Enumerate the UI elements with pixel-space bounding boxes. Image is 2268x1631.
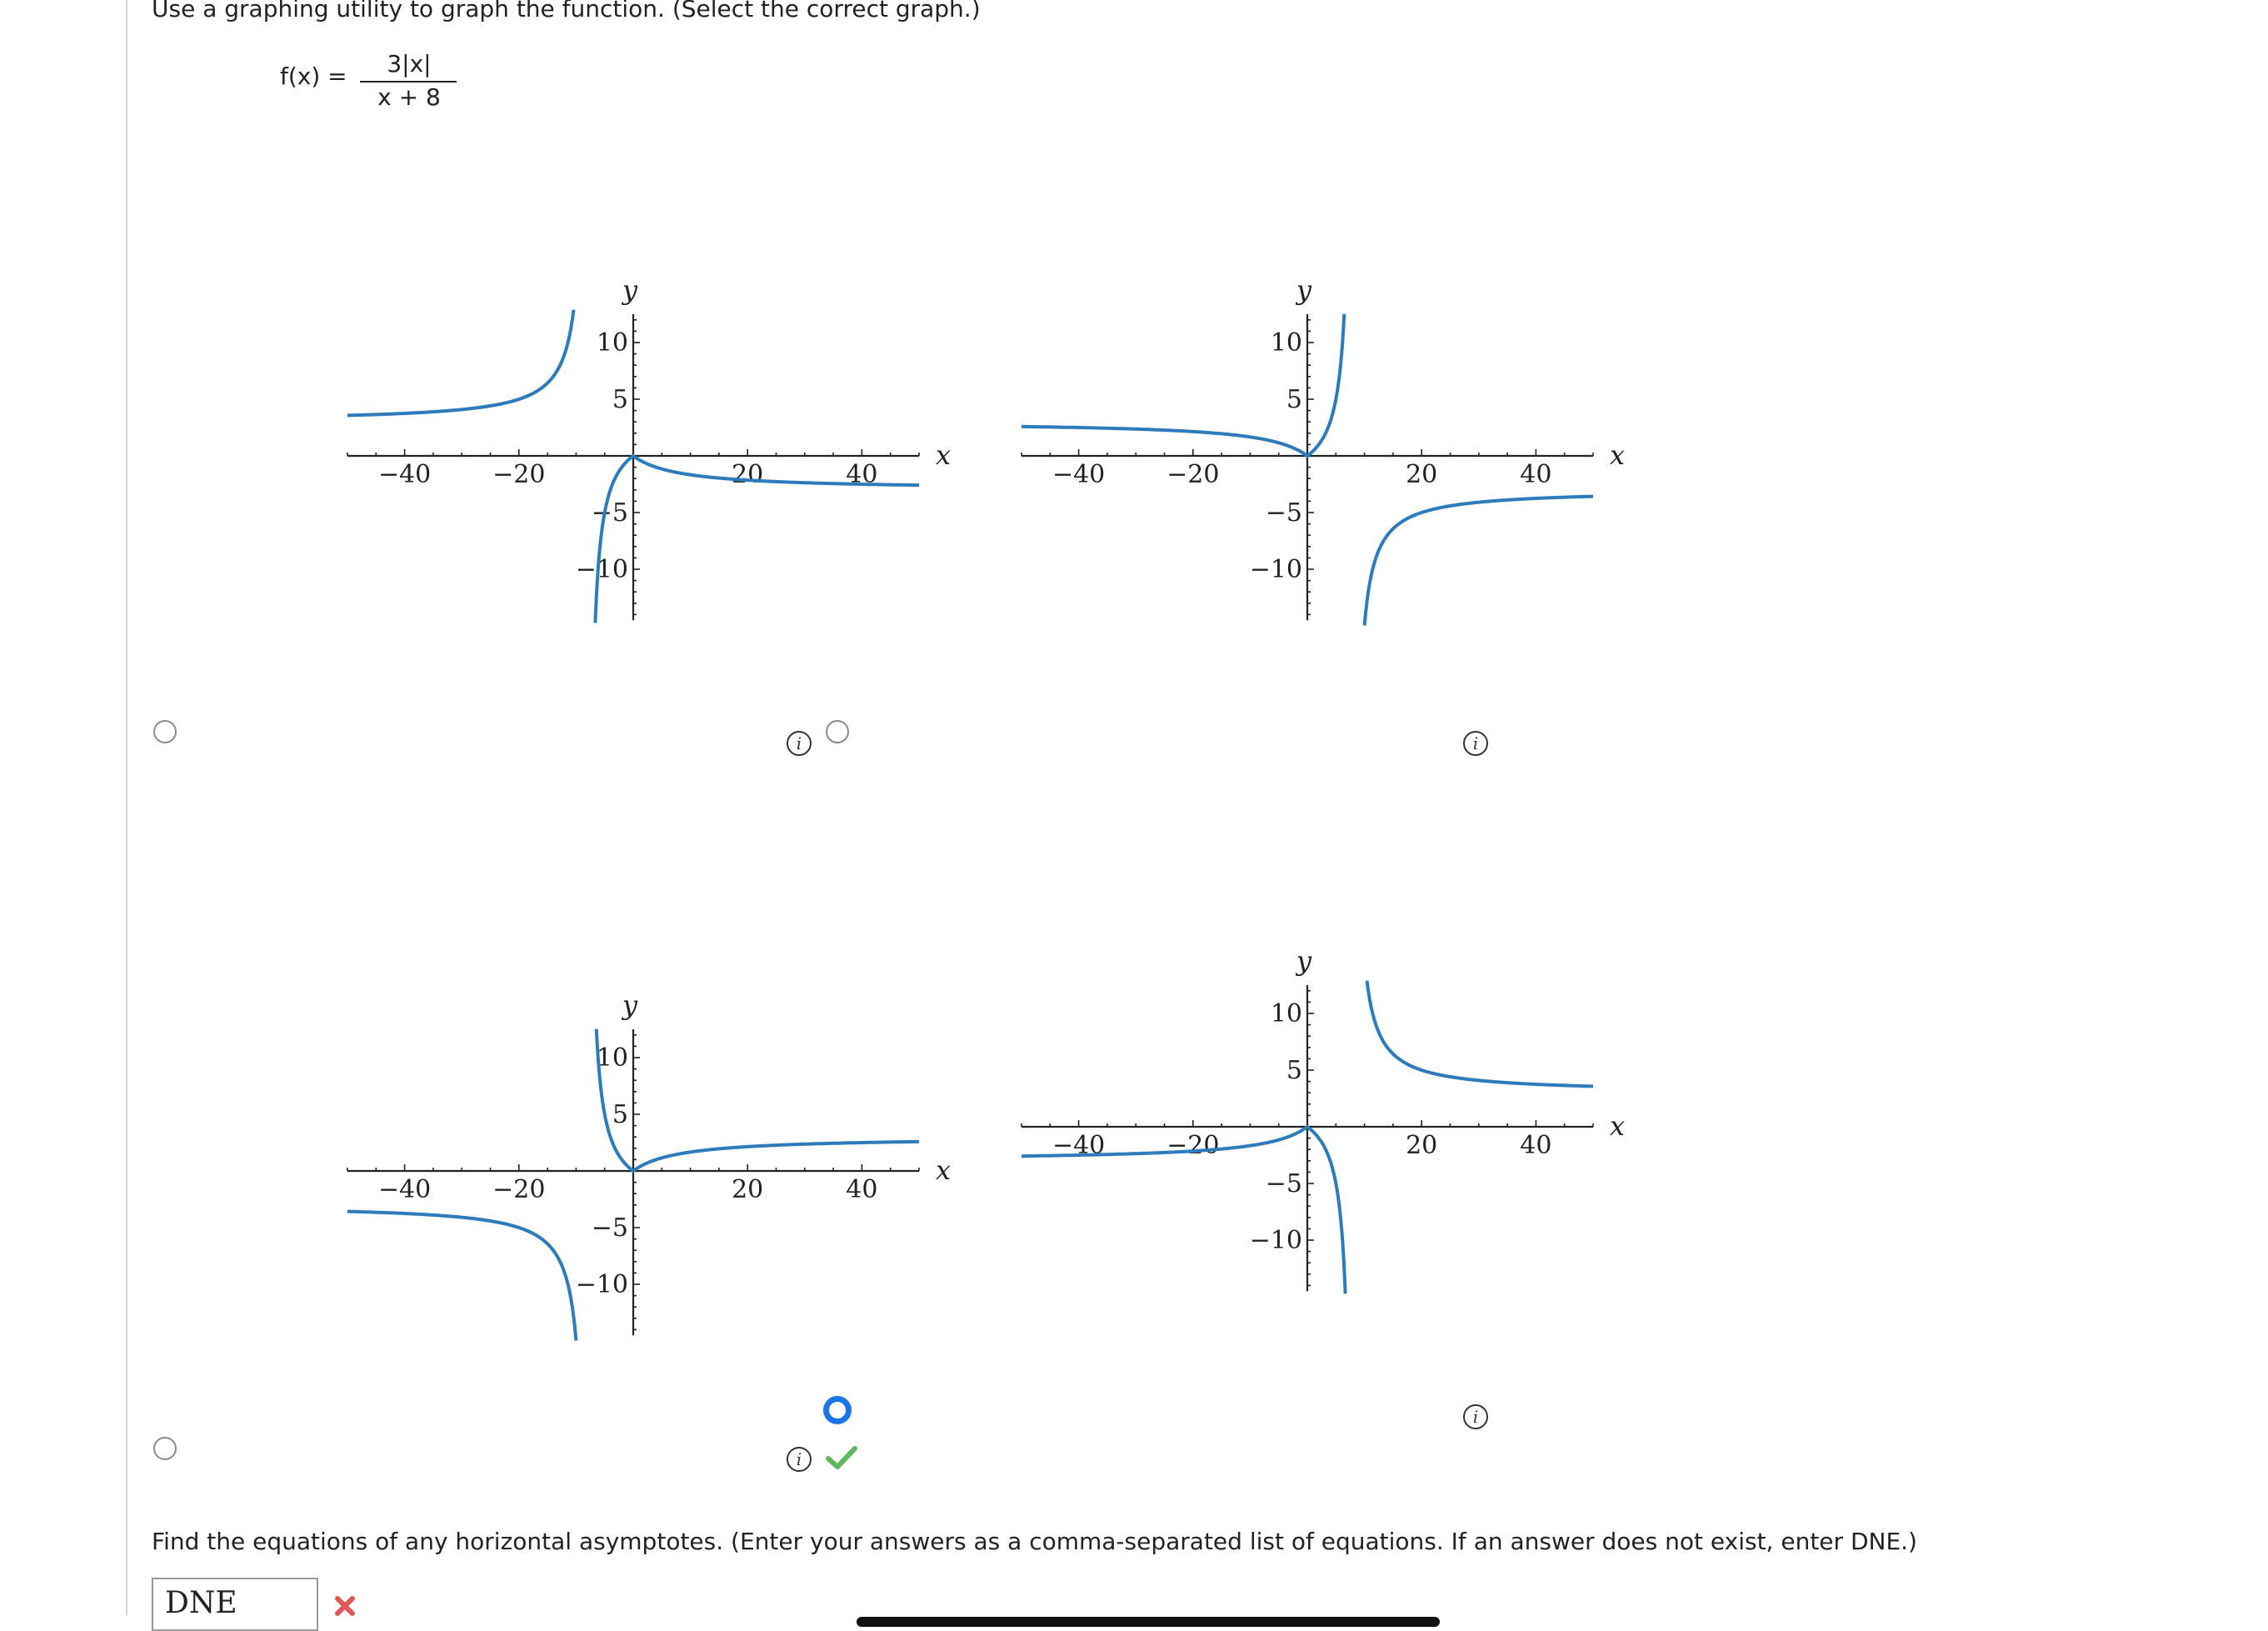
info-icon[interactable]: i — [1463, 731, 1488, 756]
y-tick-label: 10 — [1271, 999, 1302, 1028]
y-tick-label: 10 — [597, 1043, 628, 1073]
x-axis-label: x — [1610, 1110, 1625, 1142]
graph-option-c: −40 −20 20 40105−5−10xy — [347, 989, 951, 1341]
function-curve — [1365, 980, 1593, 1088]
x-tick-label: −20 — [492, 460, 545, 489]
graph-option-b: −40 −20 20 40 10 5 −5 −10 x y — [1021, 274, 1625, 626]
y-tick-label: 5 — [1286, 1056, 1302, 1085]
x-mark-icon — [335, 1596, 355, 1616]
x-tick-label: 20 — [1406, 460, 1437, 489]
x-tick-label: 40 — [1520, 460, 1551, 489]
y-tick-label: −10 — [576, 1270, 628, 1299]
instruction-text: Use a graphing utility to graph the func… — [152, 0, 981, 23]
function-numerator: 3|x| — [387, 50, 432, 78]
x-tick-label: −40 — [378, 1175, 431, 1204]
graph-option-d: −40 −20 20 40105−5−10xy — [1021, 945, 1625, 1294]
bottom-scroll-bar — [857, 1617, 1440, 1627]
y-tick-label: −5 — [1266, 498, 1302, 528]
x-tick-label: 20 — [732, 1175, 763, 1204]
y-tick-label: −5 — [1266, 1169, 1302, 1198]
x-tick-label: 20 — [1406, 1131, 1437, 1160]
horizontal-asymptote-question: Find the equations of any horizontal asy… — [152, 1528, 1917, 1555]
x-tick-label: −20 — [492, 1175, 545, 1204]
x-tick-label: −20 — [1166, 1131, 1219, 1160]
function-curve — [347, 309, 576, 418]
fraction-bar — [360, 81, 457, 83]
y-tick-label: −5 — [592, 1213, 628, 1243]
info-icon[interactable]: i — [787, 1447, 812, 1472]
function-formula: f(x) = 3|x| x + 8 — [280, 50, 457, 117]
y-axis-label: y — [621, 989, 638, 1021]
y-axis-label: y — [1295, 945, 1312, 977]
info-icon[interactable]: i — [787, 731, 812, 756]
x-tick-label: 40 — [1520, 1131, 1551, 1160]
y-tick-label: −5 — [592, 498, 628, 528]
x-tick-label: −20 — [1166, 460, 1219, 489]
check-icon — [826, 1446, 857, 1469]
y-axis-label: y — [1295, 274, 1312, 306]
y-tick-label: −10 — [576, 555, 628, 584]
y-tick-label: 10 — [597, 328, 628, 358]
left-gutter-line — [126, 0, 127, 1615]
x-tick-label: −40 — [1052, 460, 1105, 489]
function-curve — [1362, 494, 1593, 626]
y-tick-label: 5 — [612, 1100, 628, 1129]
y-axis-label: y — [621, 274, 638, 306]
function-lhs: f(x) = — [280, 63, 347, 90]
y-tick-label: 5 — [612, 385, 628, 414]
y-tick-label: 5 — [1286, 385, 1302, 414]
x-tick-label: −40 — [378, 460, 431, 489]
y-tick-label: −10 — [1250, 1226, 1302, 1255]
asymptote-answer-field[interactable]: DNE — [152, 1578, 318, 1631]
y-tick-label: −10 — [1250, 555, 1302, 584]
function-denominator: x + 8 — [377, 83, 441, 111]
y-tick-label: 10 — [1271, 328, 1302, 358]
function-curve — [347, 1209, 578, 1341]
x-axis-label: x — [1610, 439, 1625, 471]
x-tick-label: 20 — [732, 460, 763, 489]
graph-option-a: −40 −20 20 40105−5−10xy — [347, 274, 951, 623]
info-icon[interactable]: i — [1463, 1404, 1488, 1429]
